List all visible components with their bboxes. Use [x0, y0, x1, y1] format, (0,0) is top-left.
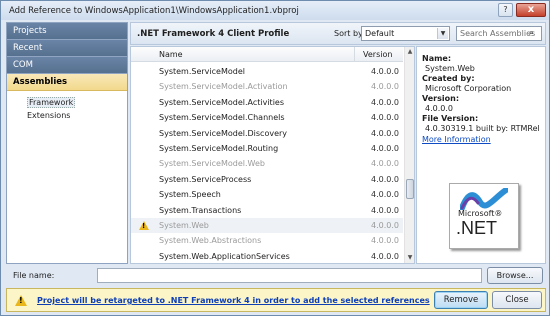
table-row[interactable]: System.Web.Abstractions 4.0.0.0 — [131, 233, 403, 248]
assembly-name: System.Web.Abstractions — [159, 236, 262, 246]
assembly-name: System.ServiceModel.Discovery — [159, 128, 288, 138]
assembly-version: 4.0.0.0 — [371, 82, 399, 92]
category-recent[interactable]: Recent — [7, 40, 127, 57]
table-row[interactable]: System.ServiceModel.Channels 4.0.0.0 — [131, 110, 403, 125]
chevron-down-icon[interactable]: ▼ — [437, 28, 448, 39]
column-header-version[interactable]: Version — [363, 50, 392, 59]
assembly-name: System.Transactions — [159, 205, 242, 215]
column-header-name[interactable]: Name — [159, 50, 183, 59]
assembly-version: 4.0.0.0 — [371, 159, 399, 169]
category-projects[interactable]: Projects — [7, 23, 127, 40]
scroll-down-icon[interactable]: ▼ — [405, 253, 414, 263]
category-com[interactable]: COM — [7, 57, 127, 74]
assembly-name: System.Speech — [159, 190, 221, 200]
browse-button[interactable]: Browse... — [487, 267, 543, 284]
subcategory-framework[interactable]: Framework — [7, 96, 127, 109]
list-header-bar: .NET Framework 4 Client Profile Sort by:… — [130, 22, 546, 45]
assembly-version: 4.0.0.0 — [371, 251, 399, 261]
detail-version-value: 4.0.0.0 — [425, 104, 453, 113]
table-row[interactable]: System.Web 4.0.0.0 — [131, 217, 403, 234]
detail-name-value: System.Web — [425, 64, 475, 73]
subcategory-extensions-label: Extensions — [27, 111, 71, 120]
assembly-version: 4.0.0.0 — [371, 113, 399, 123]
detail-created-value: Microsoft Corporation — [425, 84, 512, 93]
help-button[interactable]: ? — [498, 3, 513, 17]
title-bar: Add Reference to WindowsApplication1\Win… — [1, 1, 549, 20]
sort-by-dropdown[interactable]: Default ▼ — [361, 26, 450, 41]
vertical-scrollbar[interactable]: ▲ ▼ — [404, 47, 414, 263]
table-row[interactable]: System.Transactions 4.0.0.0 — [131, 203, 403, 218]
details-pane: Name: System.Web Created by: Microsoft C… — [416, 46, 546, 264]
category-sidebar: Projects Recent COM Assemblies Framework… — [6, 22, 128, 264]
assembly-name: System.ServiceModel.Activation — [159, 82, 288, 92]
table-row[interactable]: System.ServiceProcess 4.0.0.0 — [131, 172, 403, 187]
assembly-name: System.Web.ApplicationServices — [159, 251, 290, 261]
logo-product-text: .NET — [456, 218, 498, 238]
retarget-info-bar: Project will be retargeted to .NET Frame… — [6, 288, 546, 312]
logo-company-text: Microsoft® — [458, 209, 503, 218]
assembly-version: 4.0.0.0 — [371, 67, 399, 76]
column-divider[interactable] — [354, 47, 355, 62]
more-information-link[interactable]: More Information — [422, 135, 545, 145]
assembly-name: System.ServiceModel — [159, 67, 245, 76]
detail-file-version-value: 4.0.30319.1 built by: RTMRel — [425, 124, 540, 133]
table-row[interactable]: System.Web.ApplicationServices 4.0.0.0 — [131, 249, 403, 263]
detail-file-version-label: File Version: — [422, 114, 479, 123]
assembly-version: 4.0.0.0 — [371, 205, 399, 215]
search-icon[interactable]: ⌕ — [529, 27, 540, 40]
warning-icon — [15, 295, 27, 306]
assembly-list: Name Version System.ServiceModel 4.0.0.0 S… — [130, 46, 415, 264]
subcategory-extensions[interactable]: Extensions — [7, 109, 127, 122]
table-row[interactable]: System.ServiceModel.Activation 4.0.0.0 — [131, 79, 403, 94]
assembly-name: System.ServiceProcess — [159, 174, 252, 184]
table-row[interactable]: System.Speech 4.0.0.0 — [131, 187, 403, 202]
assembly-version: 4.0.0.0 — [371, 236, 399, 246]
detail-created-label: Created by: — [422, 74, 475, 83]
file-name-input[interactable] — [97, 268, 482, 283]
column-header-row: Name Version — [131, 47, 403, 62]
assembly-version: 4.0.0.0 — [371, 128, 399, 138]
assembly-version: 4.0.0.0 — [371, 220, 399, 230]
assembly-name: System.ServiceModel.Web — [159, 159, 265, 169]
table-row[interactable]: System.ServiceModel.Activities 4.0.0.0 — [131, 95, 403, 110]
sort-by-value: Default — [365, 29, 395, 38]
subcategory-framework-label: Framework — [27, 97, 76, 108]
dotnet-logo: Microsoft® .NET — [449, 183, 519, 249]
remove-button[interactable]: Remove — [434, 291, 488, 309]
assembly-version: 4.0.0.0 — [371, 190, 399, 200]
assembly-version: 4.0.0.0 — [371, 97, 399, 107]
assembly-name: System.ServiceModel.Routing — [159, 143, 279, 153]
file-name-label: File name: — [13, 271, 55, 280]
assembly-rows: System.ServiceModel 4.0.0.0 System.Service… — [131, 64, 403, 263]
assembly-name: System.Web — [159, 220, 209, 230]
table-row[interactable]: System.ServiceModel.Web 4.0.0.0 — [131, 156, 403, 171]
table-row[interactable]: System.ServiceModel 4.0.0.0 — [131, 64, 403, 79]
dotnet-wave-icon — [460, 188, 508, 210]
scrollbar-thumb[interactable] — [406, 179, 414, 199]
table-row[interactable]: System.ServiceModel.Routing 4.0.0.0 — [131, 141, 403, 156]
window-title: Add Reference to WindowsApplication1\Win… — [9, 5, 299, 16]
assembly-version: 4.0.0.0 — [371, 174, 399, 184]
detail-name-label: Name: — [422, 54, 452, 63]
category-assemblies[interactable]: Assemblies — [7, 74, 127, 91]
scroll-up-icon[interactable]: ▲ — [405, 47, 414, 57]
window-close-button[interactable]: x — [516, 3, 546, 17]
add-reference-dialog: Add Reference to WindowsApplication1\Win… — [0, 0, 550, 316]
detail-version-label: Version: — [422, 94, 460, 103]
search-input[interactable]: Search Assemblies ⌕ — [456, 26, 542, 41]
search-placeholder: Search Assemblies — [460, 29, 536, 38]
retarget-message-link[interactable]: Project will be retargeted to .NET Frame… — [37, 296, 430, 305]
target-framework-label: .NET Framework 4 Client Profile — [137, 29, 290, 39]
assembly-version: 4.0.0.0 — [371, 143, 399, 153]
close-button[interactable]: Close — [492, 291, 542, 309]
assembly-name: System.ServiceModel.Channels — [159, 113, 285, 123]
table-row[interactable]: System.ServiceModel.Discovery 4.0.0.0 — [131, 126, 403, 141]
assembly-name: System.ServiceModel.Activities — [159, 97, 284, 107]
warning-icon — [139, 220, 149, 230]
